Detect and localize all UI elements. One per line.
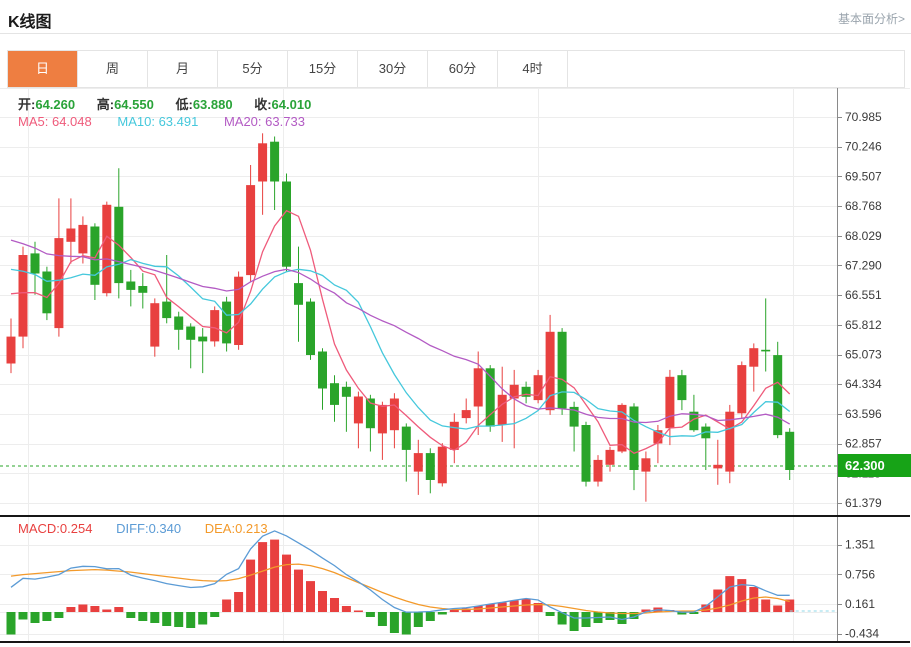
macd-legend: MACD:0.254 [18, 521, 92, 536]
low-label: 低: [175, 97, 192, 112]
tab-day[interactable]: 日 [8, 51, 78, 87]
open-label: 开: [18, 97, 35, 112]
svg-text:68.029: 68.029 [845, 229, 882, 243]
svg-text:61.379: 61.379 [845, 496, 882, 510]
y-axis-labels: 70.985 70.246 69.507 68.768 68.029 67.290 66.5… [845, 110, 882, 641]
svg-text:0.161: 0.161 [845, 597, 875, 611]
ma-legend-row: MA5: 64.048 MA10: 63.491 MA20: 63.733 [18, 114, 327, 129]
svg-text:65.073: 65.073 [845, 348, 882, 362]
header-divider [0, 33, 911, 34]
current-price-badge: 62.300 [838, 454, 911, 477]
tab-4hour[interactable]: 4时 [498, 51, 568, 87]
ma10-legend: MA10: 63.491 [117, 114, 198, 129]
ma5-line [11, 211, 790, 454]
high-value: 64.550 [114, 97, 154, 112]
ma10-line [11, 260, 790, 437]
ma5-legend: MA5: 64.048 [18, 114, 92, 129]
svg-text:-0.434: -0.434 [845, 627, 879, 641]
svg-text:64.334: 64.334 [845, 377, 882, 391]
svg-text:63.596: 63.596 [845, 407, 882, 421]
dea-line [11, 564, 790, 613]
tab-month[interactable]: 月 [148, 51, 218, 87]
svg-text:69.507: 69.507 [845, 169, 882, 183]
svg-text:1.351: 1.351 [845, 538, 875, 552]
macd-legend-row: MACD:0.254 DIFF:0.340 DEA:0.213 [18, 521, 288, 536]
close-label: 收: [254, 97, 271, 112]
tab-week[interactable]: 周 [78, 51, 148, 87]
page-title: K线图 [8, 8, 52, 32]
tab-60min[interactable]: 60分 [428, 51, 498, 87]
svg-text:68.768: 68.768 [845, 199, 882, 213]
svg-text:70.246: 70.246 [845, 140, 882, 154]
diff-legend: DIFF:0.340 [116, 521, 181, 536]
open-value: 64.260 [35, 97, 75, 112]
svg-text:67.290: 67.290 [845, 259, 882, 273]
svg-text:62.857: 62.857 [845, 437, 882, 451]
fundamental-analysis-link[interactable]: 基本面分析> [838, 10, 905, 27]
ma20-legend: MA20: 63.733 [224, 114, 305, 129]
high-label: 高: [97, 97, 114, 112]
tab-5min[interactable]: 5分 [218, 51, 288, 87]
period-tab-bar: 日周月5分15分30分60分4时 [7, 50, 905, 88]
candlestick-series [7, 133, 795, 501]
y-axis [837, 88, 842, 641]
svg-text:66.551: 66.551 [845, 288, 882, 302]
svg-text:70.985: 70.985 [845, 110, 882, 124]
gridlines [0, 88, 910, 641]
macd-histogram [7, 540, 795, 635]
tab-15min[interactable]: 15分 [288, 51, 358, 87]
ohlc-row: 开:64.260 高:64.550 低:63.880 收:64.010 [18, 94, 329, 113]
diff-line [11, 531, 790, 620]
svg-text:0.756: 0.756 [845, 567, 875, 581]
kline-widget: K线图 基本面分析> 日周月5分15分30分60分4时 70.985 70.246… [0, 0, 911, 647]
dea-legend: DEA:0.213 [205, 521, 268, 536]
svg-text:65.812: 65.812 [845, 318, 882, 332]
ma20-line [11, 240, 790, 424]
close-value: 64.010 [272, 97, 312, 112]
tab-30min[interactable]: 30分 [358, 51, 428, 87]
low-value: 63.880 [193, 97, 233, 112]
